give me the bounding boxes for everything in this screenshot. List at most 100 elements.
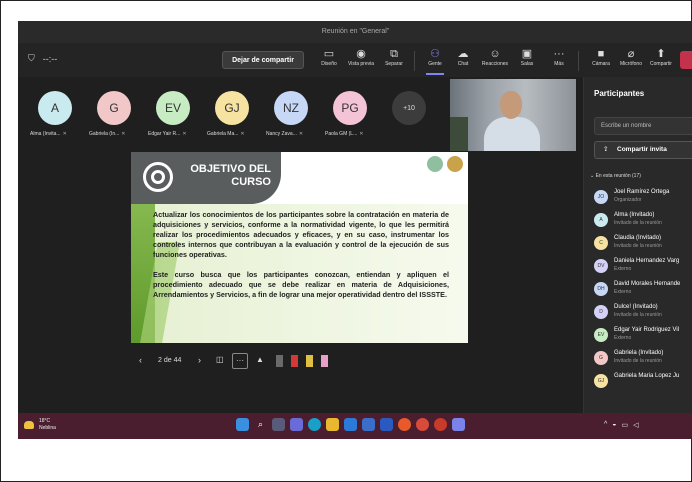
chevron-right-icon[interactable]: ›: [198, 355, 201, 365]
battery-icon[interactable]: ▭: [622, 421, 629, 429]
share-icon: ⇪: [603, 146, 609, 153]
section-header[interactable]: ⌄ En esta reunión (17): [590, 173, 641, 179]
avatar-name: Paola GM (L... ✕: [325, 131, 364, 137]
slide-body: Actualizar los conocimientos de los part…: [153, 210, 449, 310]
slide-banner: OBJETIVO DEL CURSO: [131, 152, 281, 204]
leave-button[interactable]: [680, 51, 692, 69]
share-invite-button[interactable]: ⇪ Compartir invita: [594, 141, 692, 159]
grid-icon[interactable]: ◫: [216, 355, 224, 364]
camera-icon: ■: [597, 48, 605, 60]
file-explorer-icon[interactable]: [326, 418, 339, 431]
task-view-icon[interactable]: [272, 418, 285, 431]
list-item[interactable]: EV Edgar Yair Rodriguez Vil Externo: [594, 325, 692, 347]
avatar-name: Gabriela (In... ✕: [89, 131, 126, 137]
mic-muted-icon: ✕: [62, 131, 67, 137]
teams-icon[interactable]: [452, 418, 465, 431]
list-item[interactable]: DH David Morales Hernande Externo: [594, 279, 692, 301]
chrome-icon[interactable]: [416, 418, 429, 431]
slide-paragraph: Actualizar los conocimientos de los part…: [153, 210, 449, 259]
list-item[interactable]: DV Daniela Hernandez Varg Externo: [594, 256, 692, 278]
camera-button[interactable]: ■ Cámara: [584, 47, 618, 75]
rooms-button[interactable]: ▣ Salas: [510, 47, 544, 75]
more-options-button[interactable]: ···: [232, 353, 248, 369]
panel-title: Participantes: [594, 89, 645, 98]
layout-button[interactable]: ▭ Diseño: [312, 47, 346, 75]
slide-paragraph: Este curso busca que los participantes c…: [153, 270, 449, 299]
issste-logo-icon: [427, 156, 443, 172]
app-icon[interactable]: [434, 418, 447, 431]
separate-button[interactable]: ⧉ Separar: [377, 47, 411, 75]
participants-panel: Participantes Escribe un nombre ⇪ Compart…: [583, 77, 692, 413]
avatar[interactable]: A: [38, 91, 72, 125]
microphone-button[interactable]: ⌀ Micrófono: [614, 47, 648, 75]
mic-muted-icon: ✕: [240, 131, 245, 137]
system-tray: ^ ◒ ▭ ◁: [604, 421, 639, 429]
store-icon[interactable]: [344, 418, 357, 431]
pen-icon[interactable]: [276, 355, 283, 367]
separate-icon: ⧉: [390, 48, 398, 60]
avatar[interactable]: NZ: [274, 91, 308, 125]
volume-icon[interactable]: ◁: [633, 421, 638, 429]
seal-logo-icon: [447, 156, 463, 172]
search-input[interactable]: Escribe un nombre: [594, 117, 692, 135]
mail-icon[interactable]: [362, 418, 375, 431]
weather-widget[interactable]: 18°C Neblina: [24, 418, 56, 432]
page-frame: Reunión en "General" ⛉ --:-- Dejar de co…: [0, 0, 692, 482]
avatar: EV: [594, 328, 608, 342]
windows-taskbar: 18°C Neblina ⌕ ^ ◒ ▭ ◁: [18, 413, 692, 439]
list-item[interactable]: G Gabriela (Invitado) Invitado de la reu…: [594, 348, 692, 370]
avatar: C: [594, 236, 608, 250]
rooms-icon: ▣: [521, 48, 533, 60]
search-icon[interactable]: ⌕: [254, 418, 267, 431]
presenter-video[interactable]: [450, 79, 576, 151]
mic-muted-icon: ✕: [359, 131, 364, 137]
more-icon: ···: [553, 48, 565, 60]
reactions-button[interactable]: ☺ Reacciones: [478, 47, 512, 75]
target-icon: [143, 162, 173, 192]
chat-button[interactable]: ☁ Chat: [446, 47, 480, 75]
meeting-time: --:--: [42, 53, 58, 64]
window-title: Reunión en "General": [18, 21, 692, 43]
avatar: D: [594, 305, 608, 319]
network-icon[interactable]: ◒: [612, 421, 616, 429]
avatar-name: Edgar Yair R... ✕: [148, 131, 187, 137]
avatar[interactable]: G: [97, 91, 131, 125]
list-item[interactable]: JO Joel Ramírez Ortega Organizador: [594, 187, 692, 209]
reactions-icon: ☺: [489, 48, 501, 60]
avatar: DH: [594, 282, 608, 296]
avatar-name: Alma (Invita... ✕: [30, 131, 67, 137]
word-icon[interactable]: [380, 418, 393, 431]
eraser-icon[interactable]: [321, 355, 328, 367]
more-button[interactable]: ··· Más: [542, 47, 576, 75]
meeting-info: ⛉ --:--: [28, 53, 57, 64]
mic-muted-icon: ✕: [298, 131, 304, 137]
avatar: DV: [594, 259, 608, 273]
avatar: GJ: [594, 374, 608, 388]
list-item[interactable]: D Dulce! (Invitado) Invitado de la reuni…: [594, 302, 692, 324]
red-pen-icon[interactable]: [291, 355, 298, 367]
firefox-icon[interactable]: [398, 418, 411, 431]
mic-muted-icon: ✕: [182, 131, 187, 137]
highlighter-icon[interactable]: [306, 355, 313, 367]
chevron-up-icon[interactable]: ^: [604, 421, 607, 429]
edge-icon[interactable]: [308, 418, 321, 431]
list-item[interactable]: A Alma (Invitado) Invitado de la reunión: [594, 210, 692, 232]
shared-slide: OBJETIVO DEL CURSO Actualizar los conoci…: [131, 152, 468, 343]
start-icon[interactable]: [236, 418, 249, 431]
avatar[interactable]: GJ: [215, 91, 249, 125]
stop-sharing-button[interactable]: Dejar de compartir: [222, 51, 304, 69]
preview-button[interactable]: ◉ Vista previa: [344, 47, 378, 75]
avatar-name: Gabriela Ma... ✕: [207, 131, 245, 137]
share-button[interactable]: ⬆ Compartir: [644, 47, 678, 75]
presenter-body: [484, 117, 540, 151]
laser-pointer-icon[interactable]: ▲: [256, 355, 264, 364]
list-item[interactable]: GJ Gabriela Maria Lopez Ju: [594, 371, 692, 393]
list-item[interactable]: C Claudia (Invitado) Invitado de la reun…: [594, 233, 692, 255]
video-plant: [450, 117, 468, 151]
shield-icon: ⛉: [28, 53, 35, 63]
avatar[interactable]: PG: [333, 91, 367, 125]
teams-chat-icon[interactable]: [290, 418, 303, 431]
chevron-left-icon[interactable]: ‹: [139, 355, 142, 365]
avatar[interactable]: EV: [156, 91, 190, 125]
more-participants-badge[interactable]: +10: [392, 91, 426, 125]
